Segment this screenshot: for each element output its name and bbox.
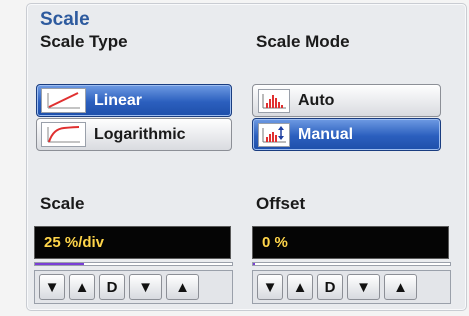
scale-default-button[interactable]: D bbox=[99, 274, 125, 300]
offset-level-bar bbox=[252, 262, 451, 266]
logarithmic-label: Logarithmic bbox=[94, 125, 186, 143]
offset-coarse-down-button[interactable]: ▼ bbox=[347, 274, 380, 300]
scale-readout[interactable]: 25 %/div bbox=[34, 226, 231, 259]
auto-histogram-icon bbox=[258, 88, 290, 113]
scale-fine-down-button[interactable]: ▼ bbox=[39, 274, 65, 300]
offset-value: 0 % bbox=[262, 234, 288, 251]
auto-button[interactable]: Auto bbox=[252, 84, 441, 117]
linear-button[interactable]: Linear bbox=[36, 84, 232, 117]
offset-fine-down-button[interactable]: ▼ bbox=[257, 274, 283, 300]
scale-mode-label: Scale Mode bbox=[256, 32, 350, 51]
offset-readout[interactable]: 0 % bbox=[252, 226, 449, 259]
scale-stepper: ▼ ▲ D ▼ ▲ bbox=[34, 270, 233, 304]
linear-label: Linear bbox=[94, 91, 143, 109]
scale-type-label: Scale Type bbox=[40, 32, 128, 51]
manual-histogram-icon bbox=[258, 122, 290, 147]
manual-label: Manual bbox=[298, 125, 354, 143]
offset-default-button[interactable]: D bbox=[317, 274, 343, 300]
scale-level-bar bbox=[34, 262, 233, 266]
manual-button[interactable]: Manual bbox=[252, 118, 441, 151]
scale-coarse-down-button[interactable]: ▼ bbox=[129, 274, 162, 300]
offset-level-fill bbox=[253, 263, 255, 265]
offset-label: Offset bbox=[256, 194, 306, 213]
scale-label: Scale bbox=[40, 194, 85, 213]
offset-coarse-up-button[interactable]: ▲ bbox=[384, 274, 417, 300]
linear-graph-icon bbox=[41, 88, 86, 113]
scale-value: 25 %/div bbox=[44, 234, 105, 251]
scale-level-fill bbox=[35, 263, 85, 265]
scale-coarse-up-button[interactable]: ▲ bbox=[166, 274, 199, 300]
offset-fine-up-button[interactable]: ▲ bbox=[287, 274, 313, 300]
logarithmic-button[interactable]: Logarithmic bbox=[36, 118, 232, 151]
scale-fine-up-button[interactable]: ▲ bbox=[69, 274, 95, 300]
log-graph-icon bbox=[41, 122, 86, 147]
offset-stepper: ▼ ▲ D ▼ ▲ bbox=[252, 270, 451, 304]
panel-title: Scale bbox=[40, 9, 90, 30]
auto-label: Auto bbox=[298, 91, 335, 109]
